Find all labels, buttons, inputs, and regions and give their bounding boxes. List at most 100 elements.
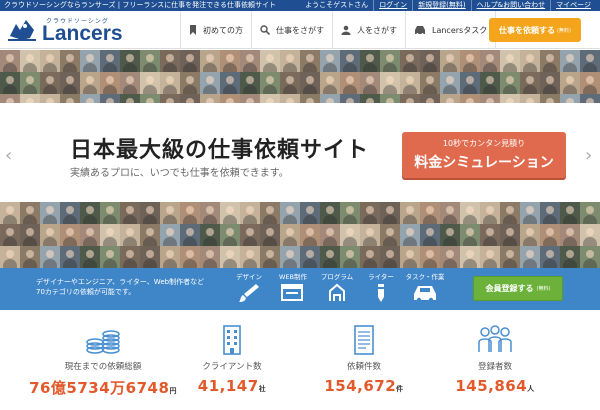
member-photo <box>60 224 80 246</box>
member-photo <box>560 202 580 224</box>
member-photo <box>200 50 220 72</box>
hero-subtitle: 実績あるプロに、いつでも仕事を依頼できます。 <box>70 168 289 179</box>
member-photo <box>500 246 520 268</box>
member-photo <box>460 72 480 94</box>
member-photo <box>200 202 220 224</box>
site-header: クラウドソーシング Lancers 初めての方 仕事をさがす 人をさがす Lan… <box>0 11 600 49</box>
member-photo <box>340 72 360 94</box>
member-photo <box>400 50 420 72</box>
member-photo <box>240 246 260 268</box>
member-photo <box>40 94 60 103</box>
member-photo <box>180 50 200 72</box>
member-photo <box>220 94 240 103</box>
login-link[interactable]: ログイン <box>373 0 412 11</box>
nav-label: 仕事をさがす <box>276 25 324 35</box>
stat-number: 145,864 <box>455 377 528 395</box>
member-photo <box>500 50 520 72</box>
nav-lancers-task[interactable]: Lancersタスク <box>405 11 497 49</box>
member-photo <box>540 50 560 72</box>
post-job-free-note: (無料) <box>557 27 571 34</box>
stat-number: 76億5734万6748 <box>29 379 170 397</box>
member-photo <box>540 94 560 103</box>
member-photo <box>580 224 600 246</box>
band-text-line1: デザイナーやエンジニア、ライター、Web制作者など <box>36 278 205 286</box>
member-photo <box>80 202 100 224</box>
member-photo <box>420 224 440 246</box>
stats-section: 現在までの依頼総額 76億5734万6748円 クライアント数 41,147社 … <box>0 310 600 410</box>
people-icon <box>478 325 512 352</box>
member-photo <box>260 246 280 268</box>
category-task[interactable]: タスク・作業 <box>403 271 447 303</box>
category-design[interactable]: デザイン <box>227 271 271 303</box>
nav-label: 人をさがす <box>357 25 397 35</box>
signup-link[interactable]: 新規登録(無料) <box>412 0 470 11</box>
post-job-button[interactable]: 仕事を依頼する (無料) <box>489 18 581 42</box>
register-button[interactable]: 会員登録する (無料) <box>473 276 563 301</box>
carousel-prev-arrow-icon[interactable]: ‹ <box>5 145 12 166</box>
member-photo <box>440 72 460 94</box>
member-photo <box>480 202 500 224</box>
member-photo <box>360 72 380 94</box>
car-icon <box>414 286 436 303</box>
band-description: デザイナーやエンジニア、ライター、Web制作者など 70カテゴリの依頼が可能です… <box>36 277 204 297</box>
nav-label: 初めての方 <box>203 25 243 35</box>
member-photo <box>200 224 220 246</box>
stat-total-amount: 現在までの依頼総額 76億5734万6748円 <box>28 324 178 398</box>
nav-find-work[interactable]: 仕事をさがす <box>251 11 332 49</box>
category-writer[interactable]: ライター <box>359 271 403 303</box>
stat-label: 現在までの依頼総額 <box>64 362 142 372</box>
member-photo <box>500 72 520 94</box>
stat-members: 登録者数 145,864人 <box>420 324 570 395</box>
price-simulation-button[interactable]: 10秒でカンタン見積り 料金シミュレーション <box>402 132 566 178</box>
member-photo <box>100 50 120 72</box>
member-photo <box>20 50 40 72</box>
member-photo <box>20 72 40 94</box>
member-photo <box>540 224 560 246</box>
member-photo <box>300 72 320 94</box>
member-photo <box>20 246 40 268</box>
member-photo <box>340 94 360 103</box>
member-photo <box>480 94 500 103</box>
sim-label: 料金シミュレーション <box>414 155 554 171</box>
member-photo <box>80 246 100 268</box>
member-photo <box>460 50 480 72</box>
nav-find-people[interactable]: 人をさがす <box>332 11 405 49</box>
category-band: デザイナーやエンジニア、ライター、Web制作者など 70カテゴリの依頼が可能です… <box>0 268 600 310</box>
lancers-logo[interactable]: クラウドソーシング Lancers <box>6 14 176 46</box>
member-photo <box>300 94 320 103</box>
stat-value: 145,864人 <box>420 377 570 395</box>
mypage-link[interactable]: マイページ <box>550 0 596 11</box>
member-photo <box>240 72 260 94</box>
member-photo <box>100 224 120 246</box>
member-photo <box>280 72 300 94</box>
member-photo <box>520 224 540 246</box>
help-link[interactable]: ヘルプ&お問い合わせ <box>470 0 550 11</box>
member-photo <box>560 72 580 94</box>
member-photo <box>360 224 380 246</box>
member-photo <box>300 224 320 246</box>
member-photo <box>180 246 200 268</box>
stat-value: 154,672件 <box>289 377 439 395</box>
member-photo <box>100 202 120 224</box>
member-photo <box>160 202 180 224</box>
category-program[interactable]: プログラム <box>315 271 359 303</box>
member-photo <box>480 72 500 94</box>
member-photo <box>520 202 540 224</box>
category-web[interactable]: WEB制作 <box>271 271 315 303</box>
member-photo <box>140 72 160 94</box>
stat-clients: クライアント数 41,147社 <box>157 324 307 395</box>
stat-unit: 件 <box>396 385 404 393</box>
carousel-next-arrow-icon[interactable]: › <box>585 145 592 166</box>
nav-first-time[interactable]: 初めての方 <box>180 11 251 49</box>
stat-label: 登録者数 <box>477 362 512 372</box>
member-photo <box>520 72 540 94</box>
register-label: 会員登録する <box>485 284 534 293</box>
member-photo <box>440 202 460 224</box>
member-photo <box>300 50 320 72</box>
member-photo <box>440 94 460 103</box>
member-photo <box>580 50 600 72</box>
member-photo <box>80 50 100 72</box>
member-photo <box>320 202 340 224</box>
member-photo <box>80 72 100 94</box>
member-photo <box>200 246 220 268</box>
